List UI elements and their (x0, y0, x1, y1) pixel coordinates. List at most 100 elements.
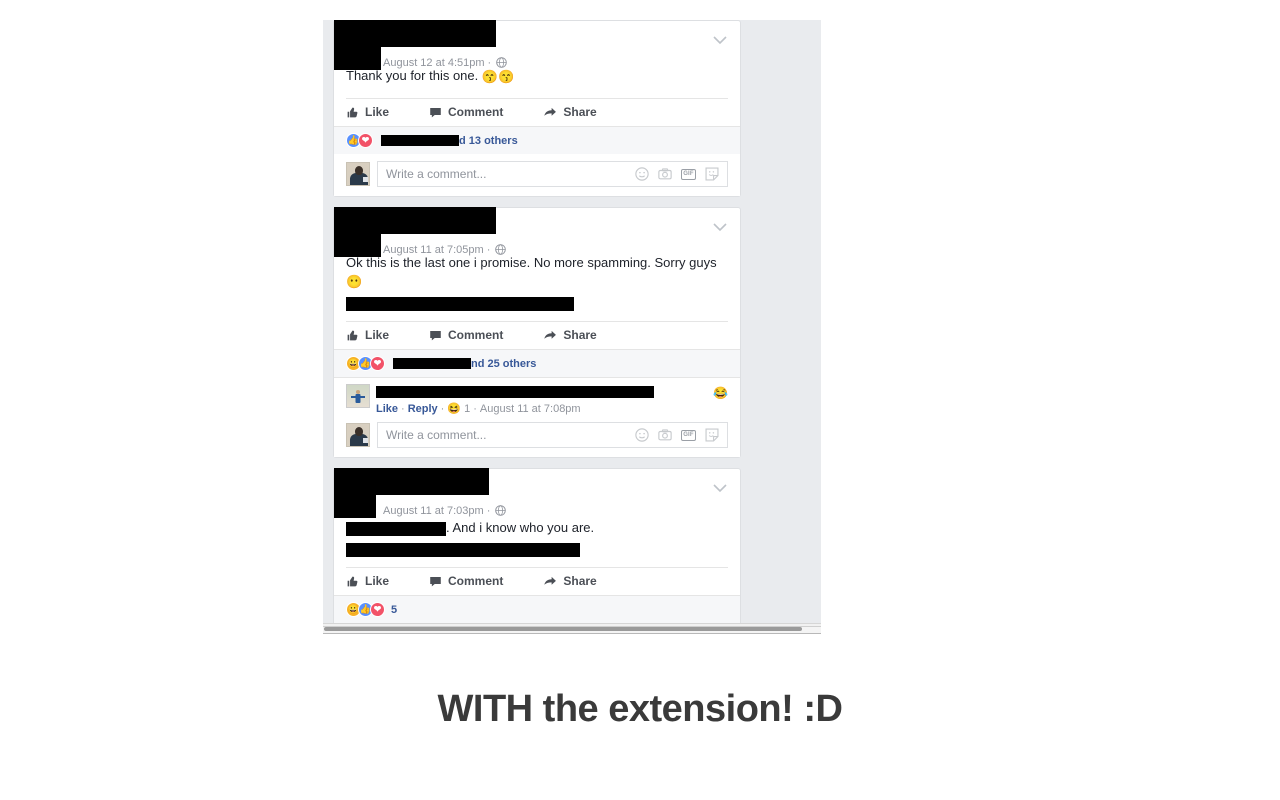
emoji-icon[interactable] (635, 167, 649, 181)
post-timestamp[interactable]: August 11 at 7:05pm (383, 244, 484, 256)
reaction-love-icon: ❤ (370, 356, 385, 372)
comment-reaction-count[interactable]: 1 (464, 403, 470, 415)
post-actions-bar: Like Comment Share (346, 98, 728, 126)
post-text-line: . And i know who you are. (346, 519, 728, 537)
redacted-author-avatar (334, 489, 376, 519)
current-user-avatar (346, 423, 370, 448)
post-options-chevron-down-icon[interactable] (712, 222, 732, 238)
gif-icon[interactable]: GIF (681, 168, 696, 180)
camera-icon[interactable] (658, 167, 672, 181)
reactions-others-text[interactable]: d 13 others (459, 135, 518, 147)
reactions-others-text[interactable]: nd 25 others (471, 358, 536, 370)
share-button[interactable]: Share (543, 105, 597, 119)
sticker-icon[interactable] (705, 428, 719, 442)
reactions-summary[interactable]: 👍 ❤ d 13 others (334, 126, 740, 154)
reaction-icon-group: 😀 👍 ❤ (346, 602, 385, 618)
comment-reaction-emoji: 😆 (447, 403, 462, 416)
post-emoji: 😶 (346, 274, 363, 289)
comment-reply-link[interactable]: Reply (408, 403, 438, 415)
like-button[interactable]: Like (346, 574, 389, 588)
redacted-post-text-line (346, 543, 580, 558)
screenshot-root: August 12 at 4:51pm · Thank you for this … (0, 0, 1280, 800)
composer-icon-group: GIF (635, 167, 719, 181)
camera-icon[interactable] (658, 428, 672, 442)
feed-column: August 12 at 4:51pm · Thank you for this … (333, 20, 741, 633)
post-body: Ok this is the last one i promise. No mo… (334, 254, 740, 321)
post-options-chevron-down-icon[interactable] (712, 35, 732, 51)
post-text: Ok this is the last one i promise. No mo… (346, 255, 717, 270)
redacted-author-avatar (334, 228, 381, 257)
redacted-post-text-inline (346, 521, 446, 536)
comment-body: 😂 Like · Reply · 😆 1 · August 11 at 7:08pm (376, 384, 728, 416)
comment-button[interactable]: Comment (429, 574, 503, 588)
post-actions-bar: Like Comment Share (346, 567, 728, 595)
globe-icon (495, 505, 507, 516)
post-timestamp[interactable]: August 12 at 4:51pm (383, 57, 485, 69)
post-text-line: Ok this is the last one i promise. No mo… (346, 254, 728, 291)
post-text: Thank you for this one. (346, 68, 479, 83)
post-header: August 11 at 7:03pm · (334, 468, 740, 519)
comment-input-placeholder: Write a comment... (386, 167, 487, 181)
current-user-avatar (346, 162, 370, 186)
post-timestamp-row: August 11 at 7:03pm · (383, 504, 507, 518)
like-label: Like (365, 105, 390, 119)
gif-icon[interactable]: GIF (681, 429, 696, 441)
post-card: August 11 at 7:03pm · . And i know who yo… (333, 468, 741, 633)
post-card: August 12 at 4:51pm · Thank you for this … (333, 20, 741, 197)
like-button[interactable]: Like (346, 328, 389, 342)
redacted-author-avatar (334, 41, 381, 70)
share-button[interactable]: Share (543, 328, 597, 343)
redacted-post-text-line (346, 297, 574, 312)
reaction-icon-group: 😀 👍 ❤ (346, 356, 385, 372)
share-label: Share (563, 574, 597, 589)
post-body: . And i know who you are. (334, 515, 740, 567)
comment-input-box[interactable]: Write a comment... GIF (377, 422, 728, 449)
composer-icon-group: GIF (635, 428, 719, 442)
globe-icon (496, 57, 507, 68)
comment-button[interactable]: Comment (429, 105, 503, 119)
reactions-summary[interactable]: 😀 👍 ❤ 5 (334, 595, 740, 624)
meta-separator: · (486, 244, 491, 256)
horizontal-scrollbar-thumb[interactable] (324, 627, 802, 631)
reaction-love-icon: ❤ (358, 133, 373, 148)
comment-like-link[interactable]: Like (376, 403, 398, 415)
comment-input-placeholder: Write a comment... (386, 428, 487, 443)
sticker-icon[interactable] (705, 167, 719, 181)
comment-composer: Write a comment... GIF (334, 418, 740, 458)
gif-label: GIF (683, 432, 694, 439)
share-button[interactable]: Share (543, 574, 597, 589)
reactions-summary[interactable]: 😀 👍 ❤ nd 25 others (334, 349, 740, 378)
reactions-count[interactable]: 5 (391, 604, 397, 616)
like-label: Like (365, 574, 390, 589)
comment-composer: Write a comment... GIF (334, 154, 740, 196)
post-timestamp[interactable]: August 11 at 7:03pm (383, 505, 484, 517)
post-header: August 12 at 4:51pm · (334, 20, 740, 70)
comment-item: 😂 Like · Reply · 😆 1 · August 11 at 7:08pm (334, 377, 740, 419)
reaction-love-icon: ❤ (370, 602, 385, 618)
post-timestamp-row: August 12 at 4:51pm · (383, 56, 507, 70)
share-label: Share (563, 105, 597, 119)
meta-separator: · (487, 57, 492, 69)
post-card: August 11 at 7:05pm · Ok this is the last… (333, 207, 741, 459)
post-header: August 11 at 7:05pm · (334, 207, 740, 257)
comment-label: Comment (448, 574, 504, 589)
emoji-icon[interactable] (635, 428, 649, 442)
like-label: Like (365, 328, 390, 343)
comment-timestamp[interactable]: August 11 at 7:08pm (480, 403, 581, 415)
share-label: Share (563, 328, 597, 343)
gif-label: GIF (683, 171, 694, 177)
comment-input-box[interactable]: Write a comment... GIF (377, 161, 728, 187)
post-options-chevron-down-icon[interactable] (712, 483, 732, 499)
comment-label: Comment (448, 328, 504, 343)
comment-meta-row: Like · Reply · 😆 1 · August 11 at 7:08pm (376, 403, 581, 416)
commenter-avatar[interactable] (346, 384, 370, 409)
post-body: Thank you for this one. 😙😙 (334, 67, 740, 98)
globe-icon (495, 244, 507, 255)
redacted-comment-text (376, 386, 654, 399)
facebook-feed-screenshot: August 12 at 4:51pm · Thank you for this … (323, 20, 821, 633)
comment-button[interactable]: Comment (429, 328, 503, 342)
like-button[interactable]: Like (346, 105, 389, 119)
comment-text-row: 😂 (376, 386, 728, 400)
redacted-reactor-name (381, 135, 459, 146)
meta-separator: · (486, 505, 491, 518)
